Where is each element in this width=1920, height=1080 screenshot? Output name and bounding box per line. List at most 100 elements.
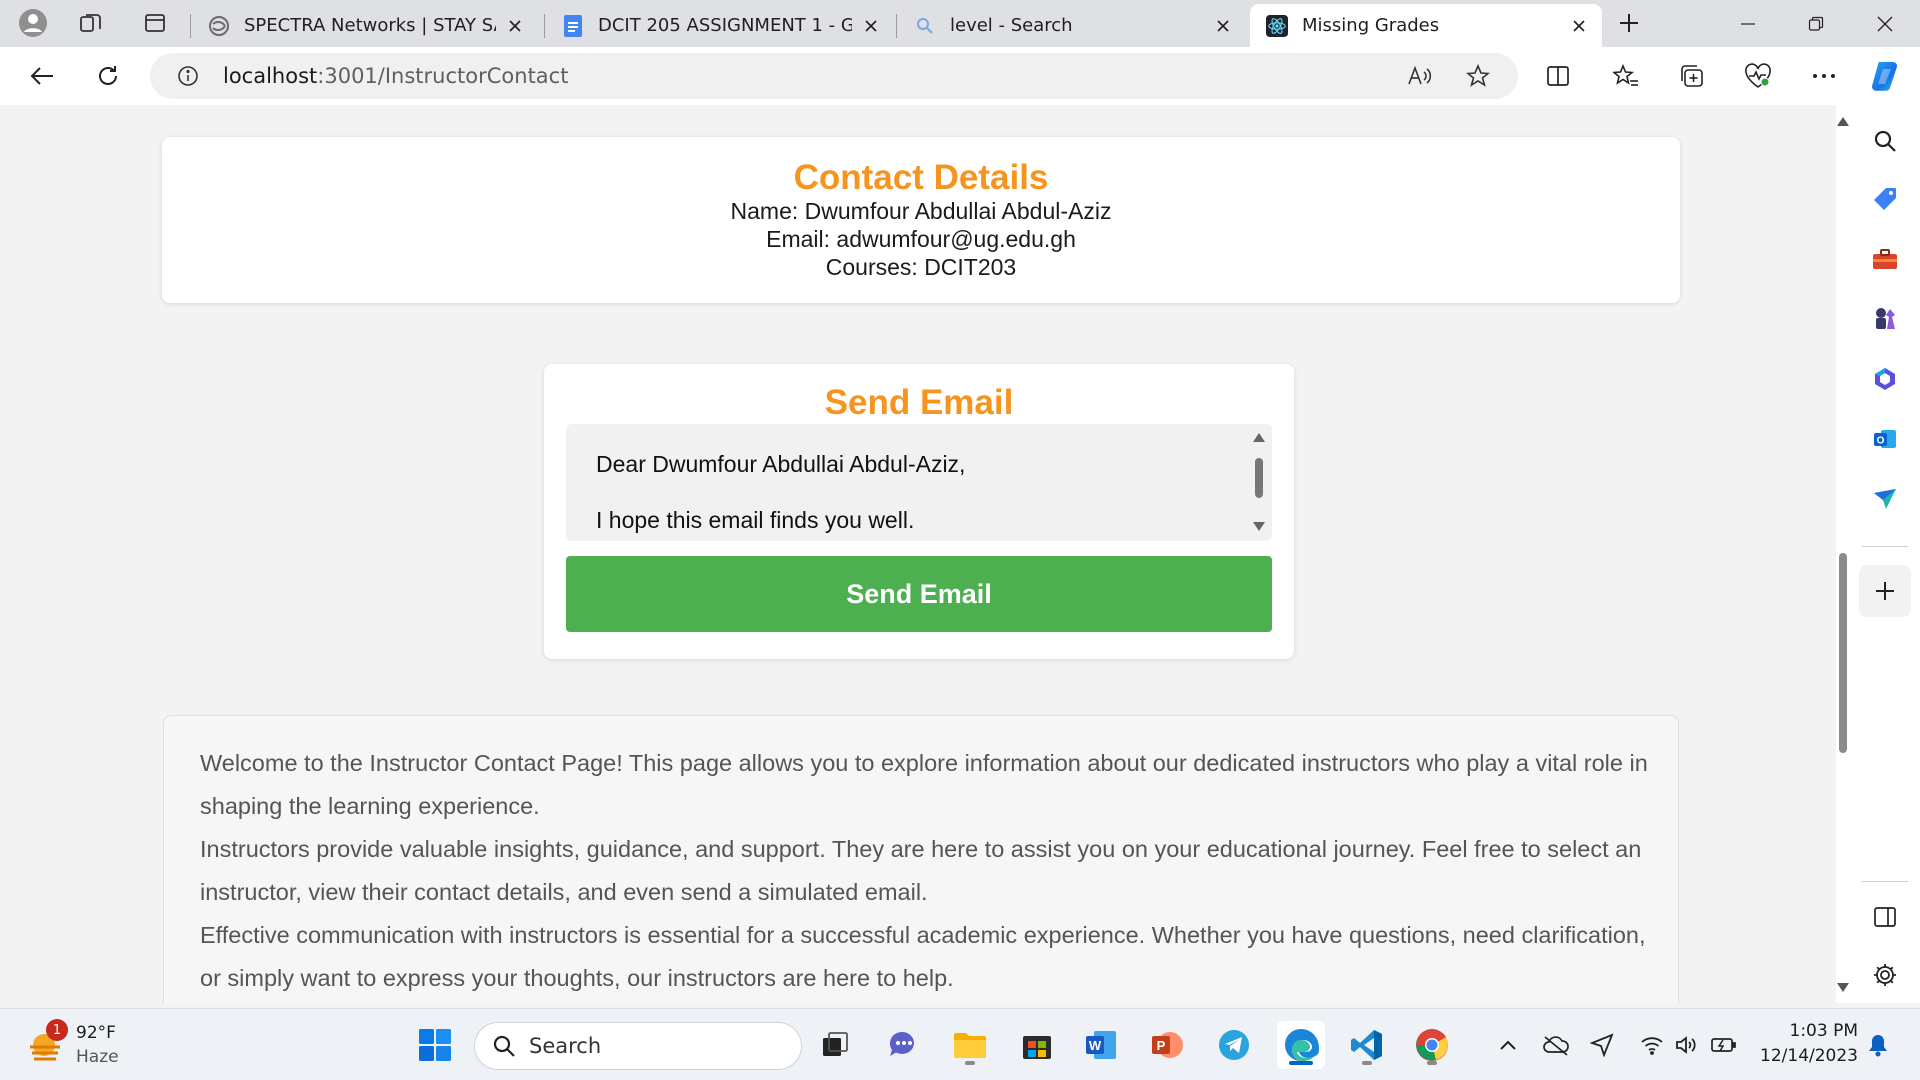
url-text[interactable]: localhost:3001/InstructorContact [223,53,568,99]
edge-button[interactable] [1277,1021,1325,1069]
back-button[interactable] [22,56,62,96]
sidebar-outlook-button[interactable]: O [1865,419,1905,459]
send-email-button[interactable]: Send Email [566,556,1272,632]
clock-time: 1:03 PM [1789,1021,1859,1041]
tab-missing-grades[interactable]: Missing Grades [1250,4,1602,47]
close-tab-icon[interactable] [1568,15,1590,37]
scroll-thumb [1255,458,1263,498]
profile-button[interactable] [14,5,52,41]
email-message-textarea[interactable]: Dear Dwumfour Abdullai Abdul-Aziz, I hop… [566,424,1272,541]
sidebar-shopping-button[interactable] [1865,179,1905,219]
address-bar[interactable]: localhost:3001/InstructorContact [150,53,1518,99]
shopping-tag-icon [1874,188,1896,210]
more-dots-icon [1813,74,1835,78]
telegram-button[interactable] [1210,1021,1258,1069]
refresh-button[interactable] [88,56,128,96]
chat-icon [889,1031,914,1056]
settings-more-button[interactable] [1804,56,1844,96]
sidebar-separator [1862,546,1908,547]
email-opening: I hope this email finds you well. [596,507,915,533]
page-scrollbar[interactable] [1836,105,1850,1003]
close-window-button[interactable] [1850,0,1920,47]
restore-button[interactable] [1782,0,1850,47]
send-email-card: Send Email Dear Dwumfour Abdullai Abdul-… [544,364,1294,659]
start-button[interactable] [411,1021,459,1069]
site-info-icon[interactable] [170,58,206,94]
sidebar-tools-button[interactable] [1865,239,1905,279]
task-view-button[interactable] [811,1021,859,1069]
read-aloud-button[interactable] [1402,58,1438,94]
battery-charging-icon [1711,1038,1736,1052]
tab-level-search[interactable]: level - Search [898,4,1246,47]
sidebar-settings-button[interactable] [1865,955,1905,995]
taskbar-search[interactable]: Search [474,1022,802,1070]
page-scroll-up-icon [1837,117,1849,126]
notifications-button[interactable] [1860,1025,1896,1065]
new-tab-button[interactable] [1610,5,1648,41]
tab-separator [544,14,545,38]
tab-title: SPECTRA Networks | STAY SAFE [244,15,496,36]
task-view-icon [823,1032,848,1056]
sidebar-add-button[interactable] [1859,565,1911,617]
scroll-up-arrow-icon [1253,433,1265,442]
sidebar-games-button[interactable] [1865,299,1905,339]
show-hidden-icons-button[interactable] [1490,1025,1526,1065]
powerpoint-button[interactable]: P [1143,1021,1191,1069]
scroll-down-arrow-icon [1253,522,1265,531]
onedrive-tray-icon[interactable] [1538,1025,1574,1065]
close-tab-icon[interactable] [504,15,526,37]
page-scroll-thumb [1839,553,1847,753]
folder-icon [954,1033,986,1058]
split-screen-button[interactable] [1538,56,1578,96]
favorite-star-button[interactable] [1460,58,1496,94]
tab-title: Missing Grades [1302,15,1440,36]
browser-essentials-button[interactable] [1738,56,1778,96]
minimize-button[interactable] [1714,0,1782,47]
location-tray-icon[interactable] [1584,1025,1620,1065]
minimize-icon [1741,22,1755,25]
location-arrow-icon [1590,1033,1614,1057]
plus-icon [1876,582,1894,600]
react-icon [1266,14,1288,37]
plus-icon [1620,14,1638,32]
word-icon: W [1086,1031,1116,1059]
workspaces-button[interactable] [72,5,110,41]
weather-condition: Haze [76,1047,119,1067]
weather-alert-badge: 1 [46,1019,68,1041]
info-text: Welcome to the Instructor Contact Page! … [200,742,1650,1000]
chrome-button[interactable] [1408,1021,1456,1069]
hide-sidebar-button[interactable] [1865,897,1905,937]
windows-logo-icon [419,1029,451,1061]
vscode-button[interactable] [1343,1021,1391,1069]
instructor-name: Name: Dwumfour Abdullai Abdul-Aziz [730,198,1112,224]
sidebar-microsoft365-button[interactable] [1865,359,1905,399]
tab-actions-icon [145,14,165,32]
file-explorer-button[interactable] [946,1021,994,1069]
system-clock[interactable]: 1:03 PM 12/14/2023 [1758,1019,1858,1069]
chrome-icon [1416,1029,1448,1061]
close-tab-icon[interactable] [1212,15,1234,37]
word-button[interactable]: W [1077,1021,1125,1069]
collections-button[interactable] [1672,56,1712,96]
wifi-icon [1641,1037,1663,1055]
battery-tray-icon[interactable] [1706,1025,1742,1065]
tab-dcit-assignment[interactable]: DCIT 205 ASSIGNMENT 1 - Goo [546,4,894,47]
microsoft-store-button[interactable] [1013,1021,1061,1069]
page-viewport: Contact Details Name: Dwumfour Abdullai … [6,105,1836,1003]
weather-widget[interactable]: 1 92°F Haze [22,1019,162,1071]
store-bag-icon [1023,1036,1051,1059]
tab-actions-button[interactable] [136,5,174,41]
sidebar-send-button[interactable] [1865,479,1905,519]
favorites-button[interactable] [1606,56,1646,96]
teams-chat-button[interactable] [879,1021,927,1069]
outlook-icon: O [1874,430,1896,448]
wifi-tray-icon[interactable] [1634,1025,1670,1065]
tab-spectra[interactable]: SPECTRA Networks | STAY SAFE [192,4,538,47]
copilot-button[interactable] [1866,56,1906,96]
telegram-icon [1219,1030,1249,1060]
contact-details-card: Contact Details Name: Dwumfour Abdullai … [162,137,1680,303]
sidebar-search-button[interactable] [1865,121,1905,161]
volume-tray-icon[interactable] [1668,1025,1704,1065]
close-tab-icon[interactable] [860,15,882,37]
textarea-scrollbar[interactable] [1246,424,1272,541]
